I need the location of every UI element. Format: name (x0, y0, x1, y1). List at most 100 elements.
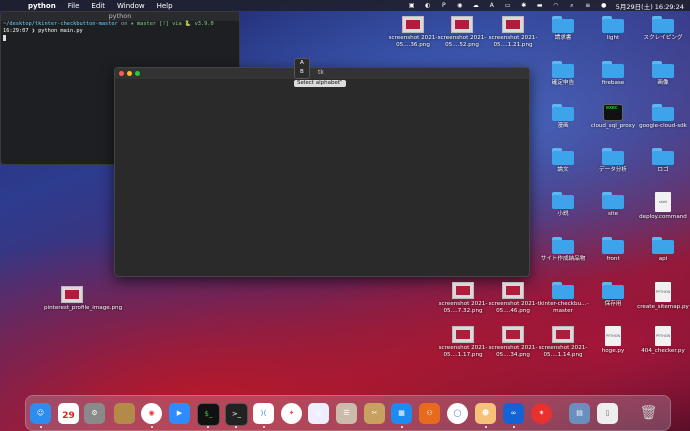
zoom-app-icon[interactable]: ▶ (169, 403, 190, 424)
desktop-icon-folder[interactable]: 論文 (535, 148, 591, 174)
desktop-icon-folder[interactable]: 保存用 (585, 282, 641, 308)
zoom-button[interactable] (135, 71, 140, 76)
minimize-button[interactable] (127, 71, 132, 76)
document-stack-icon[interactable]: ▯ (597, 403, 618, 424)
desktop-icon-label: 小説 (557, 211, 569, 217)
iterm-icon[interactable]: $_ (197, 403, 220, 426)
desktop-icon-folder[interactable]: 小説 (535, 192, 591, 218)
desktop-icon-folder[interactable]: 漫画 (535, 104, 591, 130)
close-button[interactable] (119, 71, 124, 76)
status-icon-2[interactable]: ◐ (424, 2, 432, 9)
clock-app-icon[interactable]: ✶ (531, 403, 552, 424)
control-center-icon[interactable]: ≡ (584, 2, 592, 9)
menu-window[interactable]: Window (117, 2, 145, 10)
desktop-icon-label: screenshot 2021-05....1.17.png (438, 345, 488, 358)
image-thumbnail-icon (552, 326, 574, 343)
desktop-icon-folder[interactable]: 請求書 (535, 16, 591, 42)
folder-icon (652, 16, 674, 33)
desktop-icon-doc[interactable]: PYTHON 404_checker.py (635, 326, 690, 355)
app-icon-17[interactable]: ☻ (475, 403, 496, 424)
image-thumbnail-icon (502, 282, 524, 299)
sourcetree-icon[interactable]: ⚇ (419, 403, 440, 424)
status-icon-3[interactable]: P (440, 2, 448, 9)
desktop-icon-thumb[interactable]: screenshot 2021-05....34.png (485, 326, 541, 358)
menu-edit[interactable]: Edit (91, 2, 105, 10)
menu-help[interactable]: Help (157, 2, 173, 10)
desktop-icon-thumb[interactable]: screenshot 2021-05....46.png (485, 282, 541, 314)
folder-icon (552, 104, 574, 121)
status-icon-6[interactable]: A (488, 2, 496, 9)
status-icon-1[interactable]: ▣ (408, 2, 416, 9)
desktop-icon-folder[interactable]: スクレイピング (635, 16, 690, 42)
desktop-icon-thumb[interactable]: pinterest_profile_image.png (44, 286, 123, 312)
desktop-icon-doc[interactable]: PYTHON create_sitemap.py (635, 282, 690, 311)
desktop-icon-folder[interactable]: サイト作成納品物 (535, 237, 591, 263)
desktop-icon-thumb[interactable]: screenshot 2021-05....1.17.png (435, 326, 491, 358)
wifi-icon[interactable]: ◠ (552, 2, 560, 9)
terminal-icon[interactable]: >_ (225, 403, 248, 426)
preview-icon[interactable]: ◎ (308, 403, 329, 424)
desktop-icon-terminal[interactable]: exec cloud_sql_proxy (585, 104, 641, 130)
folder-icon (652, 104, 674, 121)
tk-window[interactable] (114, 67, 530, 277)
desktop-icon-folder[interactable]: データ分析 (585, 148, 641, 174)
desktop-icon-thumb[interactable]: screenshot 2021-05....52.png (434, 16, 490, 48)
option-item-a[interactable]: A (295, 59, 309, 68)
menu-file[interactable]: File (68, 2, 80, 10)
compass-app-icon[interactable]: ✦ (281, 403, 302, 424)
terminal-command-line: 16:29:07 ❯ python main.py (3, 28, 83, 34)
folder-icon (552, 148, 574, 165)
desktop-icon-doc[interactable]: PYTHON hoge.py (585, 326, 641, 355)
status-icon-7[interactable]: ▭ (504, 2, 512, 9)
desktop-icon-label: screenshot 2021-05....34.png (488, 345, 538, 358)
desktop-icon-label: 漫画 (557, 123, 569, 129)
desktop-icon-folder[interactable]: light (585, 16, 641, 42)
image-thumbnail-icon (452, 282, 474, 299)
menu-bar-clock[interactable]: 5月29日(土) 16:29:24 (616, 1, 684, 11)
app-icon-18[interactable]: ∞ (503, 403, 524, 424)
bluetooth-icon[interactable]: ✱ (520, 2, 528, 9)
desktop-icon-folder[interactable]: site (585, 192, 641, 218)
app-icon-4[interactable] (114, 403, 135, 424)
app-icon-16[interactable]: ◯ (447, 403, 468, 424)
desktop-icon-label: データ分析 (599, 167, 627, 173)
app-icon-13[interactable]: ✂ (364, 403, 385, 424)
desktop-icon-folder[interactable]: tkinter-checkbu...-master (535, 282, 591, 314)
battery-icon[interactable]: ▬ (536, 2, 544, 9)
desktop-icon-thumb[interactable]: screenshot 2021-05....36.png (385, 16, 441, 48)
system-preferences-icon[interactable]: ⚙ (84, 403, 105, 424)
desktop-icon-thumb[interactable]: screenshot 2021-05....1.21.png (485, 16, 541, 48)
calendar-icon[interactable]: 29 (58, 403, 79, 424)
desktop-icon-folder[interactable]: 画像 (635, 61, 690, 87)
desktop-icon-folder[interactable]: api (635, 237, 690, 263)
docker-icon[interactable]: ▦ (391, 403, 412, 424)
desktop-icon-label: pinterest_profile_image.png (44, 305, 123, 311)
desktop-icon-thumb[interactable]: screenshot 2021-05....1.14.png (535, 326, 591, 358)
search-icon[interactable]: ⌕ (568, 2, 576, 9)
chrome-icon[interactable]: ◉ (141, 403, 162, 424)
calendar-day: 29 (62, 411, 75, 421)
desktop-icon-folder[interactable]: google-cloud-sdk (635, 104, 690, 130)
desktop-icon-folder[interactable]: front (585, 237, 641, 263)
app-icon-12[interactable]: ☰ (336, 403, 357, 424)
desktop-icon-label: firebase (601, 80, 625, 86)
desktop-icon-folder[interactable]: firebase (585, 61, 641, 87)
siri-icon[interactable]: ● (600, 2, 608, 9)
folder-icon (602, 61, 624, 78)
trash-icon[interactable]: 🗑 (638, 403, 659, 424)
option-item-b[interactable]: B (295, 68, 309, 77)
desktop-icon-label: screenshot 2021-05....1.21.png (488, 35, 538, 48)
desktop-icon-doc[interactable]: shell deploy.command (635, 192, 690, 221)
finder-icon[interactable]: ☺ (30, 403, 51, 424)
downloads-stack-icon[interactable]: ▤ (569, 403, 590, 424)
tk-window-title: tk (318, 69, 324, 76)
status-icon-4[interactable]: ◉ (456, 2, 464, 9)
terminal-title-bar[interactable]: python (1, 12, 239, 21)
desktop-icon-thumb[interactable]: screenshot 2021-05....7.32.png (435, 282, 491, 314)
status-icon-5[interactable]: ☁ (472, 2, 480, 9)
desktop-icon-folder[interactable]: ロゴ (635, 148, 690, 174)
desktop-icon-folder[interactable]: 確定申告 (535, 61, 591, 87)
select-alphabet-option-menu[interactable]: Select alphabet ⌃ (294, 80, 346, 87)
vscode-icon[interactable]: ⟩⟨ (253, 403, 274, 424)
menu-app-name[interactable]: python (28, 2, 56, 10)
